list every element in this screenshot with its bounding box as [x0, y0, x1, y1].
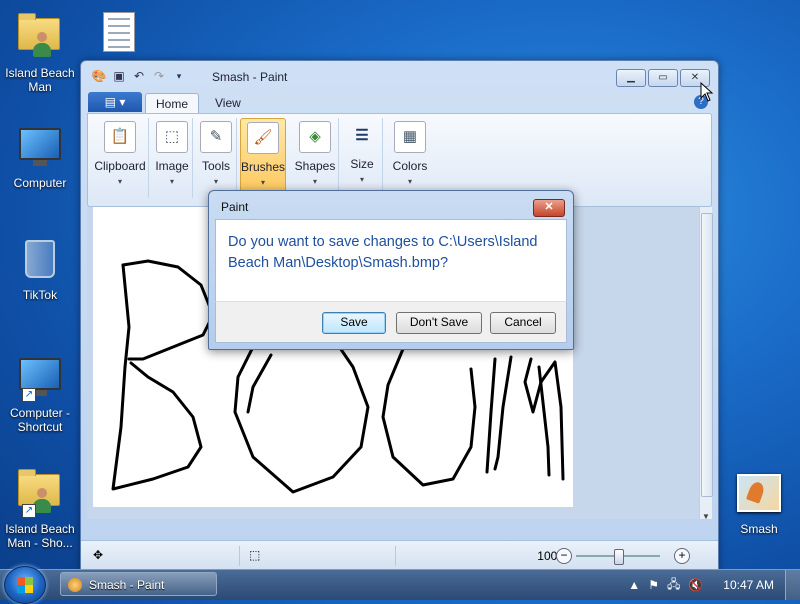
dialog-title: Paint: [221, 200, 249, 214]
chevron-down-icon: ▾: [407, 177, 412, 186]
brush-icon: 🖌: [247, 122, 279, 154]
shortcut-arrow-icon: ↗: [22, 504, 36, 518]
desktop-icon-computer[interactable]: Computer: [2, 122, 78, 190]
desktop-icon-label: Smash: [740, 522, 778, 536]
show-hidden-icons-icon[interactable]: ▲: [628, 578, 640, 592]
quick-access-toolbar: 🎨 ▣ ↶ ↷ ▾: [91, 68, 187, 84]
dialog-message: Do you want to save changes to C:\Users\…: [228, 234, 538, 271]
ribbon-group-label: Shapes: [294, 159, 336, 173]
tools-icon: ✎: [200, 121, 232, 153]
chevron-down-icon: ▾: [213, 177, 218, 186]
selection-size-cell: ⬚: [245, 546, 396, 566]
ribbon-group-label: Brushes: [241, 160, 286, 174]
zoom-slider[interactable]: [576, 549, 660, 565]
volume-muted-icon[interactable]: 🔇: [688, 578, 703, 592]
ribbon-group-brushes[interactable]: 🖌 Brushes ▾: [240, 118, 286, 200]
redo-icon[interactable]: ↷: [151, 68, 167, 84]
ribbon-group-clipboard[interactable]: 📋 Clipboard ▾: [92, 118, 149, 198]
chevron-down-icon: ▾: [260, 178, 265, 187]
desktop-icon-label: TikTok: [22, 288, 58, 302]
dialog-body: Do you want to save changes to C:\Users\…: [215, 219, 567, 303]
person-icon: [32, 32, 52, 58]
ribbon-group-label: Tools: [201, 159, 230, 173]
chevron-down-icon: ▾: [169, 177, 174, 186]
window-title: Smash - Paint: [212, 70, 288, 84]
desktop-icon-label: Island Beach Man: [5, 66, 75, 94]
network-icon[interactable]: 🖧: [667, 575, 680, 596]
desktop-icon-label: Island Beach Man - Sho...: [5, 522, 75, 550]
customize-qat-icon[interactable]: ▾: [171, 68, 187, 84]
tab-home[interactable]: Home: [145, 93, 200, 114]
taskbar: Smash - Paint ▲ ⚑ 🖧 🔇 10:47 AM: [0, 566, 800, 604]
chevron-down-icon: ▾: [359, 175, 364, 184]
ribbon-group-colors[interactable]: ▦ Colors ▾: [388, 118, 432, 198]
selection-icon: ⬚: [249, 548, 261, 562]
paint-app-icon[interactable]: 🎨: [91, 68, 107, 84]
computer-icon: [19, 128, 61, 160]
clipboard-icon: 📋: [104, 121, 136, 153]
text-document-icon: [103, 12, 135, 52]
title-bar[interactable]: 🎨 ▣ ↶ ↷ ▾ Smash - Paint ▁ ▭ ✕: [81, 61, 718, 89]
zoom-slider-thumb[interactable]: [614, 549, 624, 565]
chevron-down-icon[interactable]: ▼: [702, 512, 710, 521]
scrollbar-thumb[interactable]: [701, 213, 713, 497]
ribbon-group-label: Clipboard: [94, 159, 146, 173]
recycle-bin-icon: [25, 240, 55, 278]
vertical-scrollbar[interactable]: ▼: [699, 207, 713, 521]
ribbon-group-image[interactable]: ⬚ Image ▾: [152, 118, 193, 198]
ribbon-group-size[interactable]: ☰ Size ▾: [342, 118, 383, 198]
line-size-icon: ☰: [355, 127, 369, 144]
desktop-icon-label: Computer - Shortcut: [9, 406, 71, 434]
shortcut-arrow-icon: ↗: [22, 388, 36, 402]
dont-save-button[interactable]: Don't Save: [396, 312, 482, 334]
zoom-in-button[interactable]: +: [674, 548, 690, 564]
tab-view[interactable]: View: [205, 93, 251, 113]
ribbon-group-label: Image: [155, 159, 189, 173]
clock[interactable]: 10:47 AM: [723, 578, 774, 592]
shapes-icon: ◈: [299, 121, 331, 153]
ribbon-group-label: Size: [350, 157, 374, 171]
save-icon[interactable]: ▣: [111, 68, 127, 84]
windows-logo-icon: [17, 577, 33, 593]
zoom-out-button[interactable]: −: [556, 548, 572, 564]
save-changes-dialog[interactable]: Paint ✕ Do you want to save changes to C…: [208, 190, 574, 350]
mouse-pointer-icon: [700, 82, 714, 102]
start-button[interactable]: [4, 566, 46, 604]
desktop-icon-text-document[interactable]: [81, 10, 157, 60]
desktop-icon-computer-shortcut[interactable]: ↗ Computer - Shortcut: [2, 352, 78, 434]
show-desktop-button[interactable]: [785, 570, 800, 600]
cancel-button[interactable]: Cancel: [490, 312, 556, 334]
desktop-icon-smash[interactable]: Smash: [721, 468, 797, 536]
computer-shortcut-icon: [19, 358, 61, 390]
image-file-icon: [737, 474, 781, 512]
ribbon-group-shapes[interactable]: ◈ Shapes ▾: [292, 118, 339, 198]
desktop-icon-island-beach-man-shortcut[interactable]: ↗ Island Beach Man - Sho...: [2, 464, 78, 550]
dialog-close-button[interactable]: ✕: [533, 199, 565, 217]
color-palette-icon: ▦: [394, 121, 426, 153]
taskbar-item-paint[interactable]: Smash - Paint: [60, 572, 217, 596]
maximize-button[interactable]: ▭: [648, 69, 678, 87]
desktop-icon-tiktok[interactable]: TikTok: [2, 234, 78, 302]
paint-app-icon: [68, 578, 82, 592]
taskbar-item-label: Smash - Paint: [89, 578, 165, 592]
chevron-down-icon: ▾: [117, 177, 122, 186]
select-icon: ⬚: [156, 121, 188, 153]
minimize-button[interactable]: ▁: [616, 69, 646, 87]
ribbon-group-label: Colors: [392, 159, 428, 173]
action-center-flag-icon[interactable]: ⚑: [648, 578, 659, 592]
paint-menu-button[interactable]: ▤ ▾: [88, 92, 142, 112]
dialog-button-bar: Save Don't Save Cancel: [215, 301, 567, 343]
cursor-position-cell: ✥: [89, 546, 240, 566]
save-button[interactable]: Save: [322, 312, 386, 334]
desktop-icon-island-beach-man[interactable]: Island Beach Man: [2, 8, 78, 94]
undo-icon[interactable]: ↶: [131, 68, 147, 84]
move-cursor-icon: ✥: [93, 548, 104, 562]
desktop-icon-label: Computer: [13, 176, 67, 190]
system-tray: ▲ ⚑ 🖧 🔇 10:47 AM: [628, 570, 800, 600]
status-bar: ✥ ⬚ 100% − +: [81, 540, 718, 571]
ribbon-group-tools[interactable]: ✎ Tools ▾: [196, 118, 237, 198]
chevron-down-icon: ▾: [312, 177, 317, 186]
